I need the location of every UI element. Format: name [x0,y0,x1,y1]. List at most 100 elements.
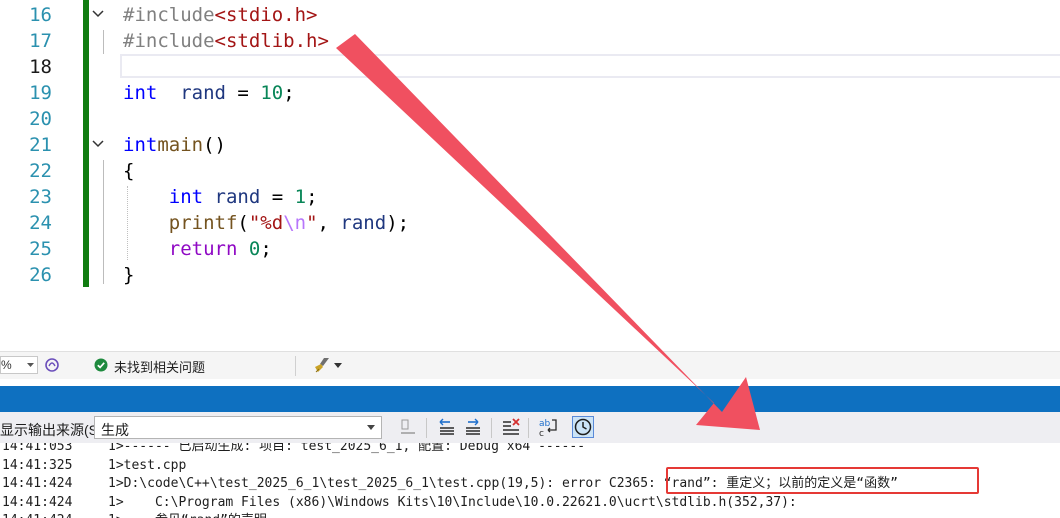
code-line[interactable]: 23 int rand = 1; [0,184,1060,210]
code-token: ); [386,212,410,234]
go-to-next-icon [466,418,480,435]
code-token: { [123,160,135,182]
code-line[interactable]: 22 { [0,158,1060,184]
code-token: () [203,134,226,156]
fold-chevron-icon[interactable] [90,2,106,28]
chevron-down-icon [27,363,34,367]
output-timestamp: 14:41:424 [2,494,73,510]
find-message-button[interactable] [397,416,419,438]
next-message-button[interactable] [462,416,484,438]
code-cleanup-brush-icon[interactable] [312,356,332,374]
code-text: int rand = 1; [123,184,318,210]
code-line[interactable]: 21 intmain() [0,132,1060,158]
line-number: 24 [29,212,52,234]
line-number: 19 [29,82,52,104]
code-token: , [317,212,341,234]
code-token: ; [306,186,318,208]
line-number: 21 [29,134,52,156]
line-number: 20 [29,108,52,130]
line-number: 16 [29,4,52,26]
output-message: 1>------ 已启动生成: 项目: test_2025_6_1, 配置: D… [108,443,586,454]
code-token: = [260,186,295,208]
zoom-value: % [1,358,12,372]
code-token: rand [340,212,387,234]
code-token: ; [260,238,272,260]
code-text: return 0; [123,236,272,262]
code-token: \n [283,212,307,234]
code-token: "%d [248,212,284,234]
output-timestamp: 14:41:325 [2,457,73,473]
fold-chevron-icon[interactable] [90,132,106,158]
code-text: } [123,262,134,288]
toolbar-separator [491,418,492,438]
code-token: rand [180,82,226,104]
output-source-label: 显示输出来源(S): [0,422,107,438]
check-circle-icon [94,358,108,372]
chevron-down-icon[interactable] [334,363,342,368]
code-token: <stdio.h> [214,4,318,26]
code-text: printf("%d\n", rand); [123,210,409,236]
zoom-dropdown[interactable]: % [0,356,38,374]
code-token: rand [214,186,261,208]
code-line[interactable]: 24 printf("%d\n", rand); [0,210,1060,236]
output-panel-title-bar [0,386,1060,412]
code-health-icon[interactable] [44,357,60,373]
include-block-guide [103,30,104,54]
code-token: ; [283,82,295,104]
chevron-down-icon [367,425,375,430]
line-number: 23 [29,186,52,208]
code-text: { [123,158,134,184]
output-message: 1>test.cpp [108,457,187,473]
issues-status-text[interactable]: 未找到相关问题 [114,357,205,376]
code-token: int [168,186,204,208]
output-source-select[interactable]: 生成 [94,416,382,439]
line-number: 26 [29,264,52,286]
code-text: intmain() [123,132,226,158]
code-token: = [225,82,261,104]
output-timestamp: 14:41:053 [2,443,73,454]
clear-all-icon [503,418,520,435]
code-line[interactable]: 19 int rand = 10; [0,80,1060,106]
word-wrap-icon: ab c [539,419,557,439]
code-token: int [123,82,158,104]
line-number: 18 [29,56,52,78]
code-line[interactable]: 20 [0,106,1060,132]
code-token: 1 [294,186,307,208]
show-timestamps-button[interactable] [572,416,594,438]
code-token: 10 [260,82,284,104]
code-editor[interactable]: 16 #include<stdio.h> 17 #include<stdlib.h> 1… [0,0,1060,350]
indent-guide [127,186,128,260]
line-number: 17 [29,30,52,52]
error-highlight-box [666,467,979,494]
output-toolbar: 显示输出来源(S): 生成 ab c [0,412,1060,443]
clear-all-button[interactable] [500,416,522,438]
clock-icon [574,418,592,436]
code-token: main [157,134,204,156]
svg-text:c: c [539,429,544,438]
previous-message-button[interactable] [436,416,458,438]
code-line[interactable]: 25 return 0; [0,236,1060,262]
toggle-word-wrap-button[interactable]: ab c [537,416,559,439]
find-message-icon [401,419,415,434]
output-timestamp: 14:41:424 [2,476,73,491]
code-line[interactable]: 17 #include<stdlib.h> [0,28,1060,54]
toolbar-separator [426,418,427,438]
code-token: " [306,212,318,234]
code-token: #include [123,4,215,26]
toolbar-separator [528,418,529,438]
svg-text:ab: ab [539,419,551,429]
code-token: printf [168,212,238,234]
code-text: #include<stdlib.h> [123,28,329,54]
code-line[interactable]: 26} [0,262,1060,288]
output-timestamp: 14:41:424 [2,512,72,518]
code-token: ( [237,212,249,234]
code-line[interactable]: 18 [0,54,1060,80]
output-message: 1> C:\Program Files (x86)\Windows Kits\1… [108,494,797,510]
main-block-guide [103,160,104,284]
code-line[interactable]: 16 #include<stdio.h> [0,2,1060,28]
